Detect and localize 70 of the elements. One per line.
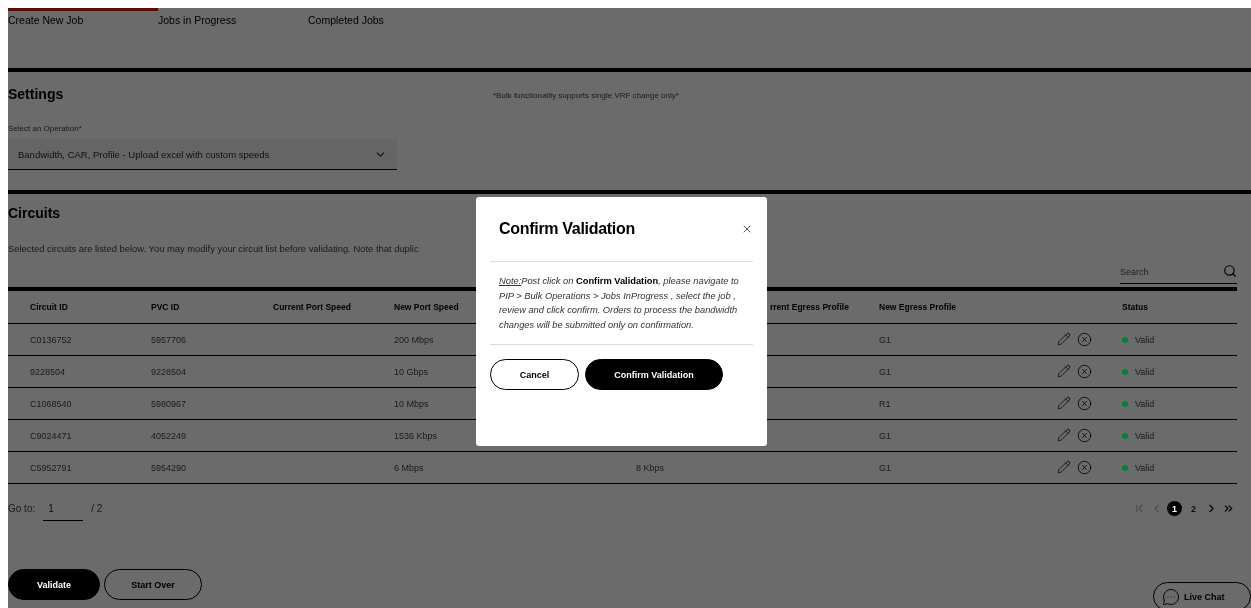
status-text: Valid (1135, 398, 1155, 409)
table-cell: 4052249 (151, 430, 187, 441)
field-label: Select an Operation* (8, 124, 82, 133)
edit-icon[interactable] (1057, 460, 1071, 474)
chevron-right-icon (1222, 502, 1235, 515)
tab[interactable]: Completed Jobs (308, 8, 458, 34)
operation-select[interactable]: Bandwidth, CAR, Profile - Upload excel with custom speeds (8, 139, 397, 170)
chevron-left-icon (1133, 502, 1146, 515)
table-cell: G1 (879, 462, 891, 473)
page-button[interactable]: 2 (1186, 501, 1201, 516)
table-cell: C9024471 (30, 430, 72, 441)
note-text: Note:Post click on Confirm Validation, please navigate to PIP > Bulk Operations > Jobs InProgress , select the job , review and click confirm. Orders to process the bandwidth changes will be submitted only on confirmation. (490, 262, 753, 346)
description-text: Selected circuits are listed below. You may modify your circuit list before validating. Note that duplic (8, 243, 419, 254)
table-cell: 5954290 (151, 462, 187, 473)
chat-bubble-icon (1162, 587, 1180, 606)
column-header: Current Port Speed (273, 302, 351, 312)
remove-icon[interactable] (1077, 364, 1092, 379)
column-header: New Port Speed (394, 302, 459, 312)
edit-icon[interactable] (1057, 364, 1071, 378)
edit-icon[interactable] (1057, 332, 1071, 346)
remove-icon[interactable] (1077, 332, 1092, 347)
start-over-button[interactable]: Start Over (104, 569, 202, 600)
tab[interactable]: Jobs in Progress (158, 8, 308, 34)
status-text: Valid (1135, 334, 1155, 345)
section-title: Settings (8, 86, 64, 102)
search-icon (1223, 264, 1237, 278)
close-button[interactable] (741, 223, 753, 235)
status-text: Valid (1135, 462, 1155, 473)
table-cell: 5980967 (151, 398, 187, 409)
table-cell: 9228504 (30, 366, 66, 377)
tab[interactable]: Create New Job (8, 8, 158, 34)
table-cell: 200 Mbps (394, 334, 434, 345)
table-cell: C0136752 (30, 334, 72, 345)
table-cell: G1 (879, 430, 891, 441)
table-cell: C5952791 (30, 462, 72, 473)
table-cell: 10 Mbps (394, 398, 429, 409)
edit-icon[interactable] (1057, 428, 1071, 442)
dialog-title: Confirm Validation (499, 220, 635, 238)
search-field[interactable]: Search (1120, 261, 1237, 284)
table-cell: 1536 Kbps (394, 430, 438, 441)
section-title: Circuits (8, 205, 61, 221)
table-cell: G1 (879, 334, 891, 345)
table-cell: 9228504 (151, 366, 187, 377)
table-cell: C1068540 (30, 398, 72, 409)
remove-icon[interactable] (1077, 396, 1092, 411)
remove-icon[interactable] (1077, 460, 1092, 475)
remove-icon[interactable] (1077, 428, 1092, 443)
page-total: / 2 (91, 503, 103, 514)
table-cell: 6 Mbps (394, 462, 424, 473)
edit-icon[interactable] (1057, 396, 1071, 410)
notice-text: *Bulk functionality supports single VRF change only* (493, 91, 679, 100)
table-cell: 5957706 (151, 334, 187, 345)
column-header: New Egress Profile (879, 302, 956, 312)
column-header: PVC ID (151, 302, 180, 312)
page-button[interactable]: 1 (1167, 501, 1182, 516)
table-cell: 10 Gbps (394, 366, 429, 377)
cancel-button[interactable]: Cancel (490, 359, 579, 391)
last-page-button[interactable] (1222, 502, 1235, 515)
table-cell: 8 Kbps (636, 462, 665, 473)
column-header: Circuit ID (30, 302, 68, 312)
table-cell: R1 (879, 398, 891, 409)
column-header: Status (1122, 302, 1148, 312)
validate-button[interactable]: Validate (8, 569, 100, 600)
page-input[interactable]: 1 (43, 496, 84, 521)
status-text: Valid (1135, 366, 1155, 377)
status-text: Valid (1135, 430, 1155, 441)
table-cell: G1 (879, 366, 891, 377)
goto-label: Go to: (8, 503, 36, 514)
column-header: rrent Egress Profile (770, 302, 849, 312)
confirm-button[interactable]: Confirm Validation (585, 359, 723, 391)
